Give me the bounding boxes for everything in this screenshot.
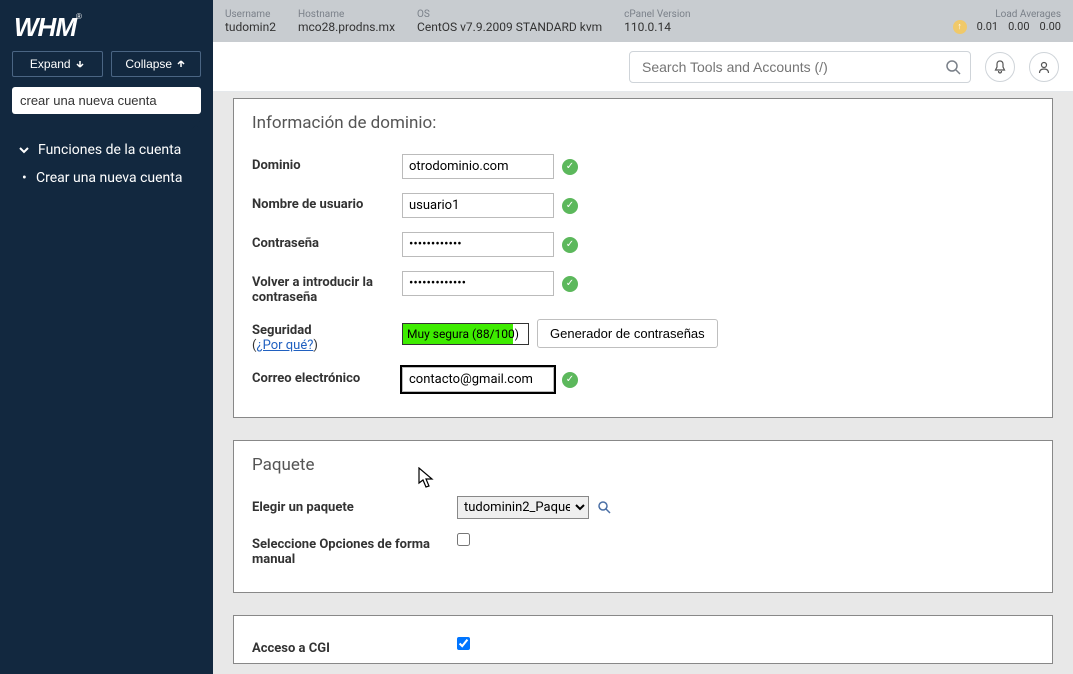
check-icon: ✓ [562,237,578,253]
manual-options-label: Seleccione Opciones de forma manual [252,533,457,567]
content-area: Información de dominio: Dominio ✓ Nombre… [213,92,1073,674]
check-icon: ✓ [562,198,578,214]
load-2: 0.00 [1008,20,1029,33]
topbar-load: Load Averages ↑ 0.01 0.00 0.00 [953,9,1061,34]
row-domain: Dominio ✓ [252,147,1034,186]
clear-search-icon[interactable] [188,116,204,132]
choose-package-label: Elegir un paquete [252,496,457,515]
cpanel-label: cPanel Version [624,9,690,20]
row-email: Correo electrónico ✓ [252,360,1034,399]
security-label: Seguridad (¿Por qué?) [252,319,402,353]
topbar-cpanel: cPanel Version 110.0.14 [624,9,690,34]
load-1: 0.01 [977,20,998,33]
arrow-down-icon [75,59,85,69]
topbar-hostname: Hostname mco28.prodns.mx [298,9,395,34]
notifications-button[interactable] [985,52,1015,82]
collapse-label: Collapse [125,57,172,71]
username-field-label: Nombre de usuario [252,193,402,212]
domain-info-panel: Información de dominio: Dominio ✓ Nombre… [233,98,1053,418]
cgi-panel: Acceso a CGI [233,615,1053,664]
collapse-button[interactable]: Collapse [111,51,202,77]
why-link[interactable]: ¿Por qué? [256,338,313,353]
email-input[interactable] [402,367,554,392]
row-username: Nombre de usuario ✓ [252,186,1034,225]
main-searchbar [213,42,1073,92]
sidebar-item-label: Crear una nueva cuenta [36,170,182,186]
username-value: tudomin2 [225,20,276,34]
manual-options-checkbox[interactable] [457,533,470,546]
cpanel-value: 110.0.14 [624,20,690,34]
domain-input[interactable] [402,154,554,179]
cgi-label: Acceso a CGI [252,637,457,656]
main-search-input[interactable] [629,51,971,83]
check-icon: ✓ [562,276,578,292]
security-text: Seguridad [252,323,312,338]
arrow-up-icon [176,59,186,69]
bell-icon [993,60,1007,74]
package-panel: Paquete Elegir un paquete tudominin2_Paq… [233,440,1053,593]
username-label: Username [225,9,276,20]
expand-label: Expand [30,57,71,71]
row-manual-options: Seleccione Opciones de forma manual [252,526,1034,574]
package-title: Paquete [252,455,1034,475]
sidebar-section-label: Funciones de la cuenta [38,142,181,158]
row-password: Contraseña ✓ [252,225,1034,264]
row-security: Seguridad (¿Por qué?) Muy segura (88/100… [252,312,1034,360]
topbar-os: OS CentOS v7.9.2009 STANDARD kvm [417,9,602,34]
sidebar-item-create-account[interactable]: Crear una nueva cuenta [0,164,213,192]
logo-text: WHM® [14,12,81,42]
package-select[interactable]: tudominin2_Paque [457,496,589,519]
sidebar: WHM® Expand Collapse Funciones de la cue… [0,0,213,674]
search-icon[interactable] [945,59,961,75]
expand-button[interactable]: Expand [12,51,103,77]
username-input[interactable] [402,193,554,218]
row-choose-package: Elegir un paquete tudominin2_Paque [252,489,1034,526]
expand-collapse-row: Expand Collapse [0,51,213,87]
load-up-icon: ↑ [953,20,967,34]
hostname-value: mco28.prodns.mx [298,20,395,34]
user-button[interactable] [1029,52,1059,82]
magnify-icon[interactable] [597,500,612,515]
check-icon: ✓ [562,159,578,175]
sidebar-search-wrap [0,87,213,126]
repassword-input[interactable] [402,271,554,296]
email-label: Correo electrónico [252,367,402,386]
hostname-label: Hostname [298,9,395,20]
load-label: Load Averages [953,9,1061,20]
chevron-down-icon [18,144,30,156]
password-generator-button[interactable]: Generador de contraseñas [537,319,718,348]
check-icon: ✓ [562,372,578,388]
topbar-username: Username tudomin2 [225,9,276,34]
row-repassword: Volver a introducir la contraseña ✓ [252,264,1034,312]
topbar: Username tudomin2 Hostname mco28.prodns.… [213,0,1073,42]
search-input-wrap [629,51,971,83]
repassword-label: Volver a introducir la contraseña [252,271,402,305]
password-strength-fill: Muy segura (88/100) [403,324,513,344]
sidebar-search-input[interactable] [12,87,201,114]
user-icon [1037,60,1051,74]
whm-logo: WHM® [0,0,213,51]
row-cgi: Acceso a CGI [252,630,1034,663]
sidebar-section-head[interactable]: Funciones de la cuenta [0,136,213,164]
load-3: 0.00 [1040,20,1061,33]
os-value: CentOS v7.9.2009 STANDARD kvm [417,20,602,34]
domain-label: Dominio [252,154,402,173]
cgi-checkbox[interactable] [457,637,470,650]
password-strength-bar: Muy segura (88/100) [402,323,529,345]
nav-section: Funciones de la cuenta Crear una nueva c… [0,126,213,192]
password-label: Contraseña [252,232,402,251]
os-label: OS [417,9,602,20]
password-input[interactable] [402,232,554,257]
domain-info-title: Información de dominio: [252,113,1034,133]
